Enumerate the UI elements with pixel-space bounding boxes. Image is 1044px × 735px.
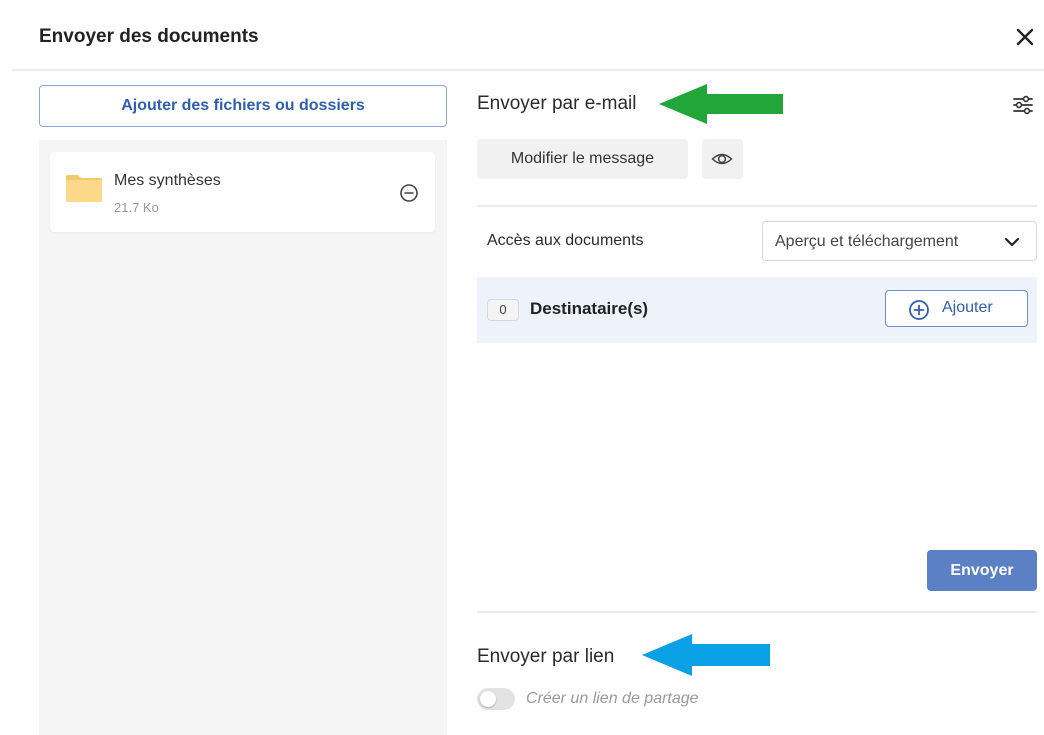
email-section-title: Envoyer par e-mail (477, 93, 637, 114)
chevron-down-icon (1003, 234, 1021, 250)
share-link-toggle[interactable] (477, 688, 515, 710)
modify-message-button[interactable]: Modifier le message (477, 139, 688, 179)
folder-icon (64, 172, 104, 204)
send-button[interactable]: Envoyer (927, 550, 1037, 591)
recipients-label: Destinataire(s) (530, 299, 649, 318)
link-section-title: Envoyer par lien (477, 646, 615, 667)
remove-icon[interactable] (398, 182, 420, 204)
toggle-knob (480, 691, 496, 707)
share-link-label: Créer un lien de partage (526, 690, 699, 707)
close-icon[interactable] (1010, 22, 1040, 52)
green-arrow-icon (657, 82, 785, 126)
file-name: Mes synthèses (114, 172, 221, 189)
section-divider (477, 205, 1037, 207)
add-recipient-label: Ajouter (942, 299, 993, 316)
recipients-bar: 0 Destinataire(s) Ajouter (477, 277, 1037, 343)
access-select[interactable]: Aperçu et téléchargement (762, 221, 1037, 261)
access-label: Accès aux documents (487, 232, 644, 249)
header-divider (12, 69, 1044, 71)
add-recipient-button[interactable]: Ajouter (885, 290, 1028, 327)
plus-circle-icon (908, 299, 930, 321)
blue-arrow-icon (640, 632, 772, 678)
add-files-button[interactable]: Ajouter des fichiers ou dossiers (39, 85, 447, 127)
eye-icon (711, 153, 733, 165)
preview-button[interactable] (702, 139, 743, 179)
access-select-value: Aperçu et téléchargement (775, 233, 959, 250)
file-item[interactable]: Mes synthèses 21.7 Ko (50, 152, 435, 232)
dialog-title: Envoyer des documents (39, 26, 259, 47)
section-divider (477, 611, 1037, 613)
recipients-count-badge: 0 (487, 299, 519, 321)
file-size: 21.7 Ko (114, 200, 159, 215)
dialog-header: Envoyer des documents (0, 0, 1044, 70)
settings-sliders-icon[interactable] (1011, 93, 1035, 117)
